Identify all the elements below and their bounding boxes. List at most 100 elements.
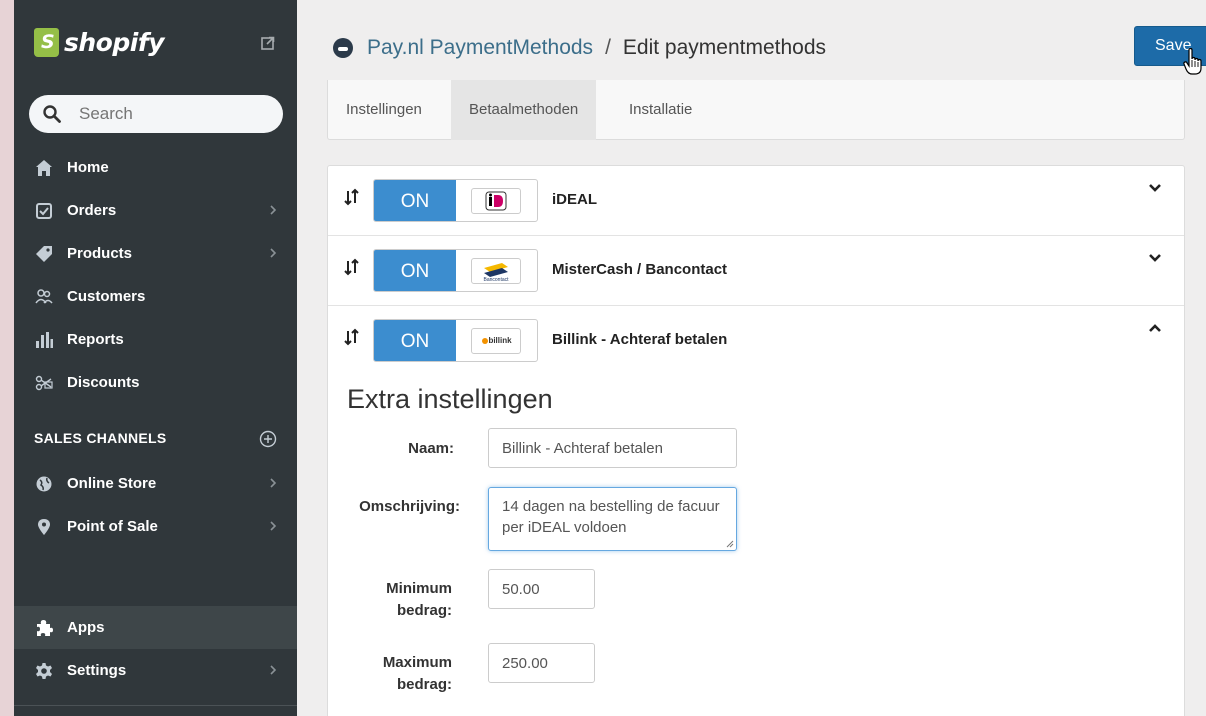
toggle-on-label: ON — [374, 320, 456, 361]
method-row-billink[interactable]: ON billink Billink - Achteraf betalen — [328, 306, 1184, 376]
paynl-app-icon — [333, 38, 353, 58]
sidebar-item-discounts[interactable]: Discounts — [14, 361, 297, 404]
chevron-right-icon — [270, 205, 277, 215]
sort-handle-icon[interactable] — [344, 258, 360, 276]
minimum-bedrag-field[interactable] — [488, 569, 595, 609]
external-link-icon[interactable] — [261, 36, 275, 50]
sales-channels-heading: SALES CHANNELS — [34, 430, 167, 446]
globe-icon — [36, 476, 52, 492]
sidebar-item-online-store[interactable]: Online Store — [14, 462, 297, 505]
gear-icon — [36, 663, 52, 679]
bottom-nav: Apps Settings — [14, 606, 297, 692]
page-title: Edit paymentmethods — [622, 36, 827, 59]
main-content: Pay.nl PaymentMethods / Edit paymentmeth… — [297, 0, 1206, 716]
sidebar-item-label: Products — [67, 245, 133, 262]
sidebar-item-home[interactable]: Home — [14, 146, 297, 189]
sidebar-divider — [14, 705, 297, 706]
sort-handle-icon[interactable] — [344, 328, 360, 346]
minimum-label-line1: Minimum — [386, 580, 452, 597]
location-pin-icon — [38, 519, 50, 535]
naam-field[interactable] — [488, 428, 737, 468]
method-name: iDEAL — [552, 191, 597, 208]
sort-handle-icon[interactable] — [344, 188, 360, 206]
maximum-label-line1: Maximum — [382, 654, 452, 671]
orders-icon — [36, 203, 52, 219]
bancontact-toggle[interactable]: ON Bancontact — [373, 249, 538, 292]
ideal-toggle[interactable]: ON — [373, 179, 538, 222]
sidebar-item-orders[interactable]: Orders — [14, 189, 297, 232]
method-row-bancontact[interactable]: ON Bancontact MisterCash / Bancontact — [328, 236, 1184, 306]
sidebar-item-label: Apps — [67, 619, 105, 636]
sidebar-item-customers[interactable]: Customers — [14, 275, 297, 318]
sidebar-header: S shopify — [14, 0, 297, 88]
maximum-bedrag-field[interactable] — [488, 643, 595, 683]
customers-icon — [35, 289, 53, 304]
chevron-right-icon — [270, 248, 277, 258]
sidebar-item-reports[interactable]: Reports — [14, 318, 297, 361]
naam-label: Naam: — [408, 440, 454, 457]
bancontact-logo-icon: Bancontact — [483, 263, 509, 283]
chevron-down-icon[interactable] — [1148, 253, 1162, 263]
omschrijving-textarea[interactable]: 14 dagen na bestelling de facuur per iDE… — [488, 487, 737, 551]
payment-methods-panel: ON iDEAL ON Bancontact MisterCash / Banc… — [327, 165, 1185, 716]
minimum-bedrag-label: Minimum bedrag: — [358, 578, 452, 622]
resize-grip-icon[interactable] — [726, 540, 734, 548]
breadcrumb-app-link[interactable]: Pay.nl PaymentMethods — [367, 36, 593, 60]
bar-chart-icon — [36, 332, 53, 348]
main-nav: Home Orders Products Customers Reports D… — [14, 146, 297, 404]
channels-nav: Online Store Point of Sale — [14, 462, 297, 548]
search-input[interactable] — [79, 103, 269, 125]
extra-settings-title: Extra instellingen — [347, 384, 553, 414]
billink-logo-icon: billink — [482, 336, 512, 345]
sidebar-item-label: Customers — [67, 288, 146, 305]
tab-instellingen[interactable]: Instellingen — [328, 80, 440, 140]
hand-cursor-icon — [1183, 48, 1202, 75]
bancontact-caption: Bancontact — [483, 277, 509, 283]
tab-bar: Instellingen Betaalmethoden Installatie — [327, 80, 1185, 140]
breadcrumb: Pay.nl PaymentMethods / Edit paymentmeth… — [333, 33, 826, 63]
billink-caption: billink — [488, 336, 512, 345]
billink-logo: billink — [471, 328, 521, 354]
puzzle-icon — [37, 620, 53, 636]
chevron-down-icon[interactable] — [1148, 183, 1162, 193]
sidebar-item-point-of-sale[interactable]: Point of Sale — [14, 505, 297, 548]
maximum-label-line2: bedrag: — [396, 676, 452, 693]
sidebar-item-label: Reports — [67, 331, 124, 348]
shopify-logo[interactable]: shopify — [64, 28, 165, 57]
home-icon — [36, 160, 52, 176]
sidebar-item-settings[interactable]: Settings — [14, 649, 297, 692]
billink-toggle[interactable]: ON billink — [373, 319, 538, 362]
sidebar-item-apps[interactable]: Apps — [14, 606, 297, 649]
sidebar-item-label: Online Store — [67, 475, 157, 492]
sidebar: S shopify Home Orders Products — [14, 0, 297, 716]
tag-icon — [36, 246, 52, 262]
sidebar-item-label: Settings — [67, 662, 127, 679]
shopify-bag-icon[interactable]: S — [34, 28, 59, 57]
chevron-right-icon — [270, 665, 277, 675]
minimum-label-line2: bedrag: — [396, 602, 452, 619]
search-box[interactable] — [29, 95, 283, 133]
chevron-right-icon — [270, 478, 277, 488]
sidebar-item-label: Discounts — [67, 374, 140, 391]
chevron-up-icon[interactable] — [1148, 323, 1162, 333]
sidebar-item-label: Orders — [67, 202, 117, 219]
omschrijving-label: Omschrijving: — [359, 498, 460, 515]
ideal-logo-icon — [485, 191, 507, 211]
background-strip — [0, 0, 14, 716]
method-row-ideal[interactable]: ON iDEAL — [328, 166, 1184, 236]
discount-icon — [35, 375, 53, 391]
sidebar-item-label: Point of Sale — [67, 518, 158, 535]
tab-installatie[interactable]: Installatie — [611, 80, 710, 140]
tab-betaalmethoden[interactable]: Betaalmethoden — [451, 80, 597, 140]
ideal-logo — [471, 188, 521, 214]
breadcrumb-separator: / — [605, 36, 611, 59]
method-name: Billink - Achteraf betalen — [552, 331, 728, 348]
bancontact-logo: Bancontact — [471, 258, 521, 284]
sidebar-item-label: Home — [67, 159, 109, 176]
method-name: MisterCash / Bancontact — [552, 261, 728, 278]
logo-glyph: S — [41, 31, 55, 53]
search-icon — [43, 105, 61, 123]
maximum-bedrag-label: Maximum bedrag: — [358, 652, 452, 696]
add-channel-icon[interactable] — [259, 430, 277, 448]
sidebar-item-products[interactable]: Products — [14, 232, 297, 275]
